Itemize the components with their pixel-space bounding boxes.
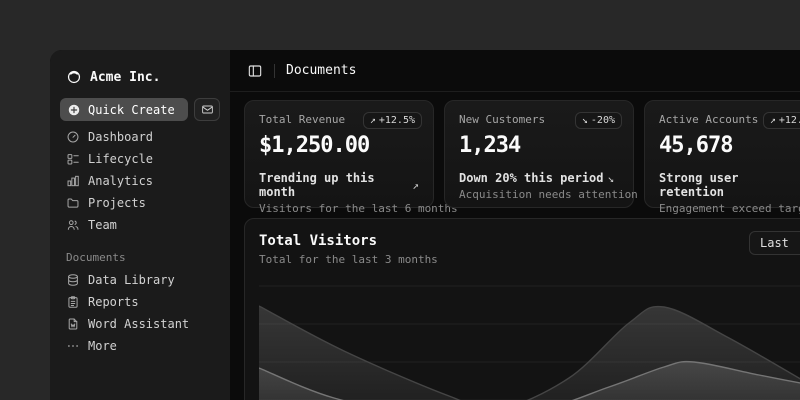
trend-badge: ↘ -20% xyxy=(575,112,622,129)
trending-down-icon: ↘ xyxy=(608,172,615,185)
quick-create-button[interactable]: Quick Create xyxy=(60,98,188,121)
acme-logo-icon xyxy=(66,69,82,85)
stat-card-active-accounts: Active Accounts ↗ +12.5% 45,678 Strong u… xyxy=(644,100,800,208)
stat-footer-line2: Acquisition needs attention xyxy=(459,188,619,201)
page-title: Documents xyxy=(286,63,356,78)
sidebar-section-label: Documents xyxy=(50,236,230,269)
badge-value: +12.5% xyxy=(379,115,415,126)
sidebar-documents-nav: Data Library Reports xyxy=(50,269,230,357)
sidebar: Acme Inc. Quick Create xyxy=(50,50,230,400)
report-icon xyxy=(66,295,80,309)
sidebar-item-more[interactable]: More xyxy=(58,335,222,357)
stat-value: 45,678 xyxy=(659,133,800,158)
badge-value: -20% xyxy=(591,115,615,126)
sidebar-item-projects[interactable]: Projects xyxy=(58,192,222,214)
stat-footer-line2: Engagement exceed targets xyxy=(659,202,800,215)
stat-cards-row: Total Revenue ↗ +12.5% $1,250.00 Trendin… xyxy=(244,100,800,208)
trending-up-icon: ↗ xyxy=(412,179,419,192)
sidebar-item-label: Dashboard xyxy=(88,130,153,144)
total-visitors-card: Total Visitors Total for the last 3 mont… xyxy=(244,218,800,400)
chart-bar-icon xyxy=(66,174,80,188)
dots-icon xyxy=(66,339,80,353)
time-range-button[interactable]: Last xyxy=(749,231,800,255)
sidebar-item-reports[interactable]: Reports xyxy=(58,291,222,313)
visitors-title: Total Visitors xyxy=(259,233,800,249)
sidebar-item-team[interactable]: Team xyxy=(58,214,222,236)
header-divider xyxy=(274,64,275,78)
sidebar-item-label: Word Assistant xyxy=(88,317,189,331)
sidebar-item-analytics[interactable]: Analytics xyxy=(58,170,222,192)
stat-card-new-customers: New Customers ↘ -20% 1,234 Down 20% this… xyxy=(444,100,634,208)
sidebar-item-label: Lifecycle xyxy=(88,152,153,166)
stat-footer-line1: Strong user retention xyxy=(659,171,800,199)
quick-create-label: Quick Create xyxy=(88,103,175,117)
panel-left-icon xyxy=(247,63,263,79)
stat-value: $1,250.00 xyxy=(259,133,419,158)
sidebar-item-data-library[interactable]: Data Library xyxy=(58,269,222,291)
trending-down-icon: ↘ xyxy=(582,115,588,126)
sidebar-item-label: Team xyxy=(88,218,117,232)
circle-plus-icon xyxy=(67,103,81,117)
trend-badge: ↗ +12.5% xyxy=(763,112,800,129)
mail-icon xyxy=(201,103,214,116)
sidebar-item-dashboard[interactable]: Dashboard xyxy=(58,126,222,148)
stat-footer-line2: Visitors for the last 6 months xyxy=(259,202,419,215)
sidebar-item-label: Analytics xyxy=(88,174,153,188)
stat-footer-line1: Trending up this month xyxy=(259,171,408,199)
app-window: Acme Inc. Quick Create xyxy=(50,50,800,400)
main-content: Documents Total Revenue ↗ +12.5% $1,250.… xyxy=(230,50,800,400)
stat-footer-line1: Down 20% this period xyxy=(459,171,604,185)
content-area: Total Revenue ↗ +12.5% $1,250.00 Trendin… xyxy=(230,92,800,400)
dashboard-icon xyxy=(66,130,80,144)
file-word-icon xyxy=(66,317,80,331)
sidebar-item-word-assistant[interactable]: Word Assistant xyxy=(58,313,222,335)
page-header: Documents xyxy=(230,50,800,92)
sidebar-item-label: Reports xyxy=(88,295,139,309)
visitors-area-chart[interactable] xyxy=(259,283,800,400)
sidebar-item-lifecycle[interactable]: Lifecycle xyxy=(58,148,222,170)
trending-up-icon: ↗ xyxy=(770,115,776,126)
sidebar-toggle-button[interactable] xyxy=(247,63,263,79)
users-icon xyxy=(66,218,80,232)
inbox-mail-button[interactable] xyxy=(194,98,220,121)
sidebar-item-label: More xyxy=(88,339,117,353)
brand-name: Acme Inc. xyxy=(90,70,160,85)
visitors-subtitle: Total for the last 3 months xyxy=(259,253,800,266)
sidebar-item-label: Data Library xyxy=(88,273,175,287)
brand[interactable]: Acme Inc. xyxy=(50,60,230,95)
stat-value: 1,234 xyxy=(459,133,619,158)
database-icon xyxy=(66,273,80,287)
badge-value: +12.5% xyxy=(779,115,800,126)
sidebar-item-label: Projects xyxy=(88,196,146,210)
folder-icon xyxy=(66,196,80,210)
trend-badge: ↗ +12.5% xyxy=(363,112,422,129)
stat-card-total-revenue: Total Revenue ↗ +12.5% $1,250.00 Trendin… xyxy=(244,100,434,208)
trending-up-icon: ↗ xyxy=(370,115,376,126)
list-details-icon xyxy=(66,152,80,166)
sidebar-main-nav: Dashboard Lifecycle Anal xyxy=(50,126,230,236)
